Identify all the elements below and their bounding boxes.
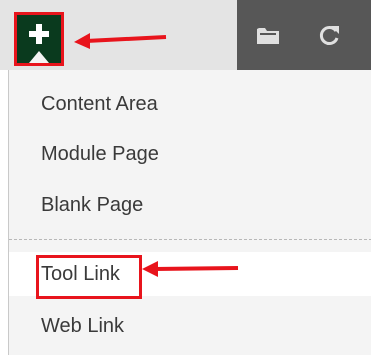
annotation-highlight-tool-link xyxy=(36,255,142,299)
menu-item-blank-page[interactable]: Blank Page xyxy=(9,183,371,227)
annotation-arrow-tool-link xyxy=(142,261,239,277)
menu-item-label: Content Area xyxy=(41,93,158,115)
add-menu-item-button[interactable] xyxy=(14,12,64,66)
menu-item-content-area[interactable]: Content Area xyxy=(9,82,371,126)
refresh-icon[interactable] xyxy=(317,23,343,47)
annotation-arrow-add xyxy=(74,33,167,49)
menu-item-label: Web Link xyxy=(41,315,125,337)
toolbar xyxy=(0,0,371,70)
folder-icon[interactable] xyxy=(255,23,281,47)
menu-item-label: Module Page xyxy=(41,143,159,165)
menu-item-module-page[interactable]: Module Page xyxy=(9,132,371,176)
add-menu-dropdown: Content Area Module Page Blank Page Tool… xyxy=(8,70,371,355)
menu-divider xyxy=(9,239,371,240)
menu-item-label: Blank Page xyxy=(41,194,144,216)
plus-icon xyxy=(29,24,49,63)
menu-item-web-link[interactable]: Web Link xyxy=(9,304,371,348)
